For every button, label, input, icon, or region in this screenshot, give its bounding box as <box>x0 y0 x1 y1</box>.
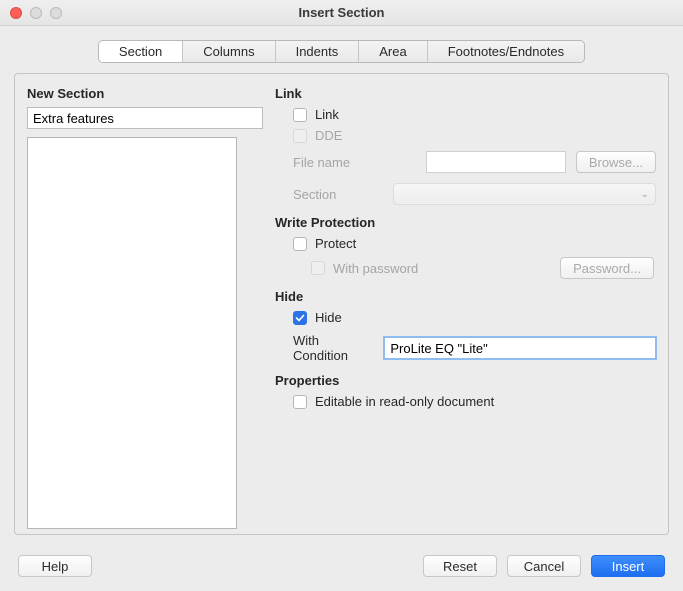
chevron-down-icon: ⌄ <box>641 189 649 200</box>
tab-indents[interactable]: Indents <box>276 41 360 62</box>
browse-button[interactable]: Browse... <box>576 151 656 173</box>
hide-heading: Hide <box>275 289 656 304</box>
tab-area[interactable]: Area <box>359 41 427 62</box>
with-condition-input[interactable] <box>384 337 656 359</box>
zoom-icon <box>50 7 62 19</box>
left-column: New Section <box>27 82 263 522</box>
hide-checkbox-label: Hide <box>315 310 342 325</box>
dde-checkbox-label: DDE <box>315 128 342 143</box>
write-protection-heading: Write Protection <box>275 215 656 230</box>
tab-columns[interactable]: Columns <box>183 41 275 62</box>
reset-button[interactable]: Reset <box>423 555 497 577</box>
window-controls <box>10 7 62 19</box>
dialog-footer: Help Reset Cancel Insert <box>0 543 683 591</box>
section-select[interactable]: ⌄ <box>393 183 656 205</box>
editable-checkbox[interactable] <box>293 395 307 409</box>
insert-button[interactable]: Insert <box>591 555 665 577</box>
password-button[interactable]: Password... <box>560 257 654 279</box>
window-title: Insert Section <box>0 5 683 20</box>
titlebar: Insert Section <box>0 0 683 26</box>
protect-checkbox-label: Protect <box>315 236 356 251</box>
right-column: Link Link DDE File name Browse... Sectio… <box>275 82 656 522</box>
with-password-label: With password <box>333 261 418 276</box>
link-checkbox[interactable] <box>293 108 307 122</box>
link-group: Link Link DDE File name Browse... Sectio… <box>275 86 656 205</box>
tab-section[interactable]: Section <box>99 41 183 62</box>
link-heading: Link <box>275 86 656 101</box>
with-password-checkbox <box>311 261 325 275</box>
filename-input[interactable] <box>426 151 566 173</box>
section-name-input[interactable] <box>27 107 263 129</box>
close-icon[interactable] <box>10 7 22 19</box>
editable-checkbox-label: Editable in read-only document <box>315 394 494 409</box>
dde-checkbox <box>293 129 307 143</box>
section-select-label: Section <box>293 187 383 202</box>
hide-group: Hide Hide With Condition <box>275 289 656 363</box>
hide-checkbox[interactable] <box>293 311 307 325</box>
write-protection-group: Write Protection Protect With password P… <box>275 215 656 279</box>
tab-footnotes-endnotes[interactable]: Footnotes/Endnotes <box>428 41 584 62</box>
tab-bar: Section Columns Indents Area Footnotes/E… <box>0 26 683 73</box>
section-list[interactable] <box>27 137 237 529</box>
cancel-button[interactable]: Cancel <box>507 555 581 577</box>
filename-label: File name <box>293 155 383 170</box>
link-checkbox-label: Link <box>315 107 339 122</box>
properties-heading: Properties <box>275 373 656 388</box>
properties-group: Properties Editable in read-only documen… <box>275 373 656 409</box>
content-panel: New Section Link Link DDE File name Brow… <box>14 73 669 535</box>
minimize-icon <box>30 7 42 19</box>
help-button[interactable]: Help <box>18 555 92 577</box>
with-condition-label: With Condition <box>293 333 374 363</box>
protect-checkbox[interactable] <box>293 237 307 251</box>
new-section-heading: New Section <box>27 86 263 101</box>
